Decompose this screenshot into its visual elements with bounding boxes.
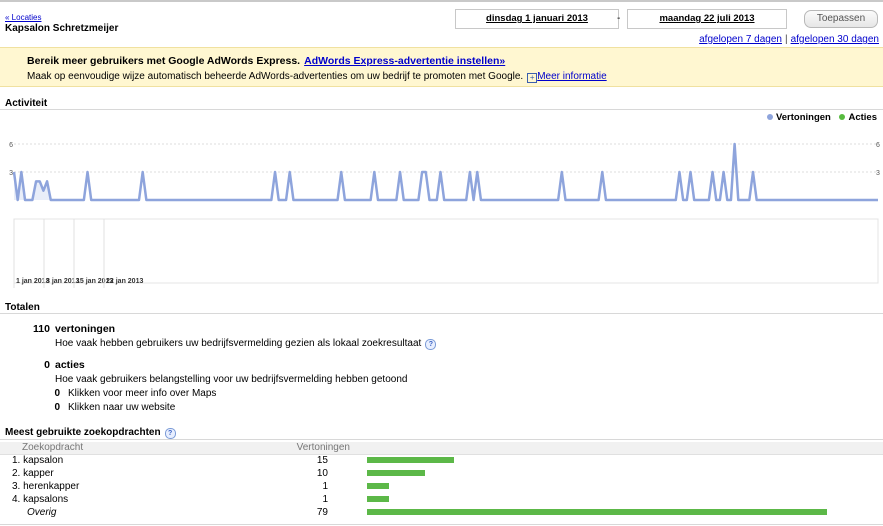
impressions-legend-dot [766,114,773,120]
chart-axis: 1 jan 20138 jan 201315 jan 201322 jan 20… [13,218,879,288]
actions-total: 0 [44,359,50,371]
query-bar [367,496,389,502]
chart-legend: Vertoningen Acties [761,112,877,123]
queries-divider [0,439,883,440]
activity-title: Activiteit [5,98,48,109]
query-name: 2. kapper [12,468,54,479]
query-row: 1. kapsalon 15 [0,455,883,468]
end-date-field[interactable]: maandag 22 juli 2013 [627,9,787,29]
queries-title-text: Meest gebruikte zoekopdrachten [5,427,161,438]
x-tick-label: 1 jan 2013 [16,278,50,285]
query-impressions: 1 [322,494,328,505]
quick-range-separator: | [784,34,788,45]
overview-frame [13,218,879,284]
query-impressions: 10 [316,468,328,479]
query-name: 4. kapsalons [12,494,69,505]
apply-button[interactable]: Toepassen [804,10,878,28]
legend-impressions: Vertoningen [775,112,831,123]
quick-range-links: afgelopen 7 dagen | afgelopen 30 dagen [699,34,879,45]
activity-chart[interactable]: 6 6 3 3 1 jan 20138 jan 201315 jan 201322 j… [0,128,883,288]
website-clicks-label: Klikken naar uw website [68,402,176,413]
expand-plus-icon[interactable]: + [527,73,538,83]
y-tick-label: 6 [876,142,880,149]
impressions-description: Hoe vaak hebben gebruikers uw bedrijfsve… [55,338,437,350]
query-name: 1. kapsalon [12,455,64,466]
start-date-field[interactable]: dinsdag 1 januari 2013 [455,9,619,29]
impressions-total: 110 [33,323,50,335]
maps-clicks-value: 0 [54,388,60,399]
query-row: 2. kapper 10 [0,468,883,481]
queries-table-header: Zoekopdracht Vertoningen [0,442,883,455]
totals-title: Totalen [5,302,40,313]
last-30-days-link[interactable]: afgelopen 30 dagen [791,34,879,45]
query-bar [367,457,455,463]
website-clicks-value: 0 [54,402,60,413]
queries-title: Meest gebruikte zoekopdrachten? [5,427,176,439]
actions-legend-dot [839,114,846,120]
totals-divider [0,313,883,314]
query-name: Overig [27,507,57,518]
y-tick-label: 3 [9,170,13,177]
help-icon[interactable]: ? [164,428,176,439]
date-separator: - [617,13,621,24]
promo-description-text: Maak op eenvoudige wijze automatisch beh… [27,71,524,82]
query-row: Overig 79 [0,507,883,520]
query-row: 3. herenkapper 1 [0,481,883,494]
query-impressions: 1 [322,481,328,492]
impressions-label: vertoningen [55,323,116,335]
adwords-promo-banner: Bereik meer gebruikers met Google AdWord… [0,47,883,87]
back-to-locations-link[interactable]: « Locaties [5,13,41,22]
query-bar [367,509,827,515]
query-bar [367,483,389,489]
business-name: Kapsalon Schretzmeijer [5,23,119,34]
legend-actions: Acties [848,112,877,123]
query-bar [367,470,426,476]
promo-title: Bereik meer gebruikers met Google AdWord… [27,55,505,67]
col-impressions-header: Vertoningen [296,442,350,453]
adwords-setup-link[interactable]: AdWords Express-advertentie instellen» [304,55,505,67]
help-icon[interactable]: ? [425,339,437,350]
impressions-description-text: Hoe vaak hebben gebruikers uw bedrijfsve… [55,338,422,349]
last-7-days-link[interactable]: afgelopen 7 dagen [699,34,782,45]
col-query-header: Zoekopdracht [22,442,84,453]
more-info-link[interactable]: Meer informatie [537,71,606,82]
x-tick-label: 22 jan 2013 [106,278,143,285]
actions-label: acties [55,359,85,371]
query-row: 4. kapsalons 1 [0,494,883,507]
chart-grid: 6 6 3 3 [9,142,880,177]
top-border [0,0,883,2]
actions-description: Hoe vaak gebruikers belangstelling voor … [55,374,408,385]
y-tick-label: 3 [876,170,880,177]
x-tick-label: 8 jan 2013 [46,278,80,285]
query-name: 3. herenkapper [12,481,80,492]
maps-clicks-label: Klikken voor meer info over Maps [68,388,217,399]
promo-title-text: Bereik meer gebruikers met Google AdWord… [27,55,301,67]
query-impressions: 15 [316,455,328,466]
promo-description: Maak op eenvoudige wijze automatisch beh… [27,71,607,83]
activity-divider [0,109,883,110]
query-impressions: 79 [316,507,328,518]
y-tick-label: 6 [9,142,13,149]
queries-table-bottom [0,524,883,525]
